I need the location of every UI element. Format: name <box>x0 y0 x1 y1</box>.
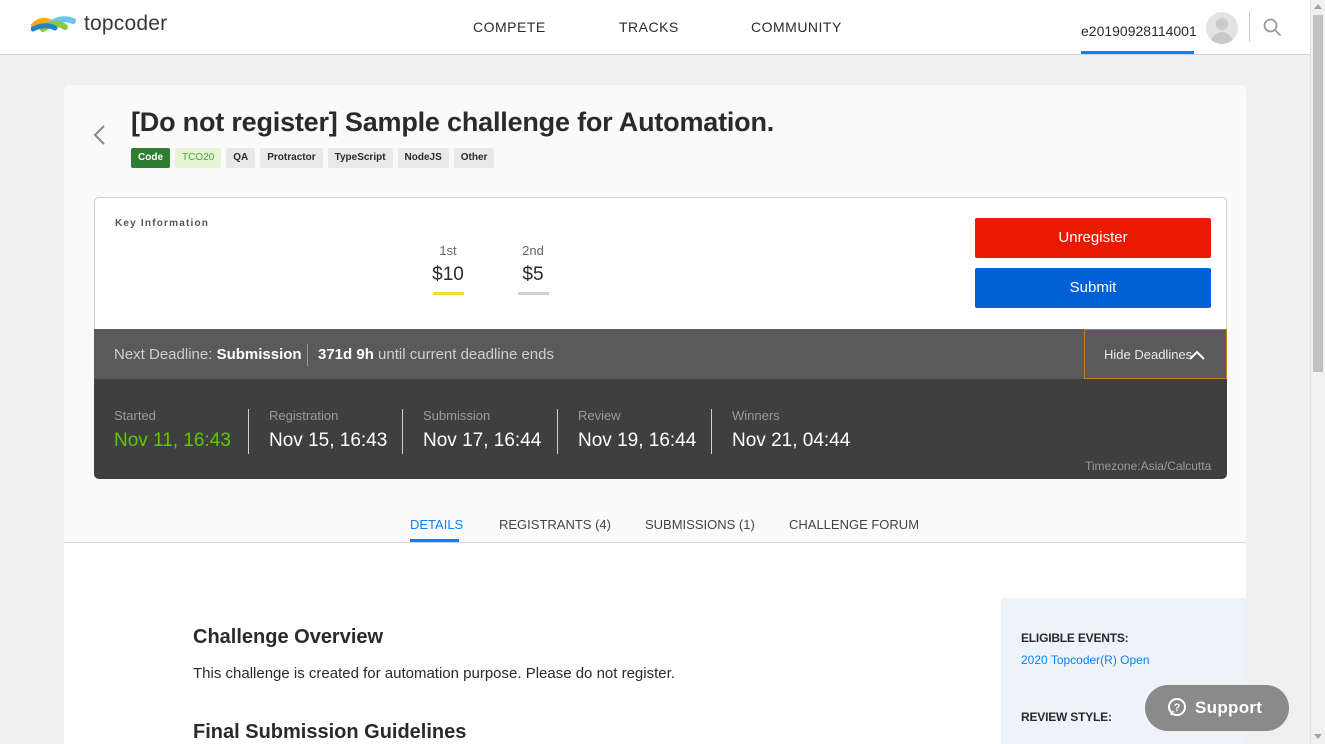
logo-text: topcoder <box>84 12 168 35</box>
search-icon[interactable] <box>1263 18 1281 36</box>
scroll-thumb[interactable] <box>1313 15 1323 372</box>
avatar-head <box>1216 18 1228 30</box>
scroll-up-arrow-icon[interactable] <box>1314 4 1322 9</box>
svg-text:?: ? <box>1174 702 1181 714</box>
eligible-event-link[interactable]: 2020 Topcoder(R) Open <box>1021 653 1150 667</box>
tag-code[interactable]: Code <box>131 148 170 168</box>
key-information-panel <box>94 197 1227 329</box>
unregister-button[interactable]: Unregister <box>975 218 1211 258</box>
topcoder-logo-icon <box>31 16 76 32</box>
prize-amount: $5 <box>522 264 544 285</box>
stage-date: Nov 21, 04:44 <box>732 430 851 451</box>
tag-nodejs[interactable]: NodeJS <box>397 148 449 168</box>
stage-divider <box>402 409 403 454</box>
avatar-icon[interactable] <box>1206 12 1238 44</box>
nav-tracks[interactable]: TRACKS <box>619 19 679 35</box>
tag-protractor[interactable]: Protractor <box>260 148 323 168</box>
prize-first: 1st $10 <box>428 243 468 295</box>
hide-deadlines-label: Hide Deadlines <box>1104 347 1193 362</box>
challenge-title: [Do not register] Sample challenge for A… <box>131 107 775 137</box>
stage-name: Started <box>114 408 156 423</box>
support-button[interactable]: ? Support <box>1145 685 1289 731</box>
help-question-icon: ? <box>1168 698 1186 716</box>
nav-compete[interactable]: COMPETE <box>473 19 546 35</box>
stage-name: Submission <box>423 408 491 423</box>
back-chevron-icon[interactable] <box>92 124 106 146</box>
stage-name: Winners <box>732 408 780 423</box>
deadline-remaining: 371d 9h until current deadline ends <box>318 346 554 363</box>
prize-second: 2nd $5 <box>513 243 553 295</box>
prize-place: 2nd <box>522 243 544 258</box>
top-header: topcoder COMPETE TRACKS COMMUNITY e20190… <box>0 0 1310 55</box>
tab-challenge-forum[interactable]: CHALLENGE FORUM <box>789 517 919 532</box>
stage-started: Started Nov 11, 16:43 <box>114 408 231 452</box>
next-deadline-phase: Submission <box>216 346 302 363</box>
stage-divider <box>557 409 558 454</box>
support-label: Support <box>1195 698 1263 717</box>
tag-tco20[interactable]: TCO20 <box>175 148 222 168</box>
stage-review: Review Nov 19, 16:44 <box>578 408 696 452</box>
user-handle[interactable]: e20190928114001 <box>1081 23 1197 39</box>
tab-registrants[interactable]: REGISTRANTS (4) <box>499 517 611 532</box>
eligible-events-heading: ELIGIBLE EVENTS: <box>1021 631 1129 645</box>
stage-date: Nov 17, 16:44 <box>423 430 542 451</box>
review-style-heading: REVIEW STYLE: <box>1021 710 1112 724</box>
tag-other[interactable]: Other <box>453 148 495 168</box>
final-submission-heading: Final Submission Guidelines <box>193 721 467 743</box>
stage-date: Nov 11, 16:43 <box>114 430 231 451</box>
prize-amount: $10 <box>432 264 464 285</box>
prize-place: 1st <box>439 243 457 258</box>
tag-typescript[interactable]: TypeScript <box>327 148 393 168</box>
stage-registration: Registration Nov 15, 16:43 <box>269 408 387 452</box>
tab-details[interactable]: DETAILS <box>410 517 463 532</box>
user-active-underline <box>1081 51 1194 54</box>
stage-winners: Winners Nov 21, 04:44 <box>732 408 850 452</box>
tag-qa[interactable]: QA <box>226 148 256 168</box>
tab-submissions[interactable]: SUBMISSIONS (1) <box>645 517 755 532</box>
chevron-up-icon <box>1189 350 1205 360</box>
stage-divider <box>248 409 249 454</box>
header-divider <box>1249 11 1250 42</box>
key-information-label: Key Information <box>115 218 210 229</box>
stage-name: Registration <box>269 408 339 423</box>
overview-text: This challenge is created for automation… <box>193 665 675 682</box>
deadline-remaining-suffix: until current deadline ends <box>378 346 554 363</box>
deadline-separator <box>307 344 308 366</box>
stage-date: Nov 15, 16:43 <box>269 430 388 451</box>
overview-heading: Challenge Overview <box>193 626 384 648</box>
next-deadline-prefix: Next Deadline: <box>114 346 213 363</box>
challenge-tags: Code TCO20 QA Protractor TypeScript Node… <box>131 148 499 168</box>
topcoder-logo[interactable]: topcoder <box>31 12 168 36</box>
prize-bar <box>432 292 464 295</box>
avatar-body <box>1211 32 1233 44</box>
stage-divider <box>711 409 712 454</box>
submit-button[interactable]: Submit <box>975 268 1211 308</box>
stage-date: Nov 19, 16:44 <box>578 430 697 451</box>
next-deadline-text: Next Deadline: Submission <box>114 346 302 363</box>
stage-name: Review <box>578 408 621 423</box>
hide-deadlines-button[interactable]: Hide Deadlines <box>1084 329 1227 379</box>
deadline-remaining-time: 371d 9h <box>318 346 374 363</box>
stage-submission: Submission Nov 17, 16:44 <box>423 408 541 452</box>
nav-community[interactable]: COMMUNITY <box>751 19 842 35</box>
timezone-label: Timezone:Asia/Calcutta <box>1085 459 1212 473</box>
scroll-down-arrow-icon[interactable] <box>1314 734 1322 739</box>
prize-bar <box>517 292 549 295</box>
vertical-scrollbar[interactable] <box>1310 0 1325 744</box>
